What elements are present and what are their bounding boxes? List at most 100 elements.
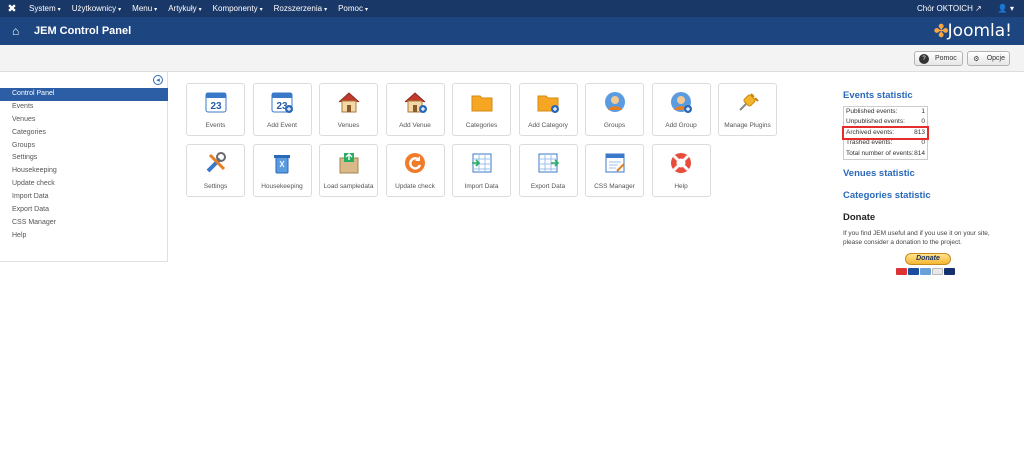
tile-load-sampledata[interactable]: Load sampledata bbox=[319, 144, 378, 197]
table-import-icon bbox=[470, 151, 494, 175]
tile-categories[interactable]: Categories bbox=[452, 83, 511, 136]
site-link[interactable]: Chór OKTOICH ↗ bbox=[917, 4, 982, 13]
stat-value: 0 bbox=[921, 118, 925, 126]
tile-label: Load sampledata bbox=[323, 183, 374, 190]
plug-icon bbox=[736, 90, 760, 114]
chevron-down-icon: ▾ bbox=[57, 7, 61, 13]
options-button[interactable]: ⚙ Opcje bbox=[967, 51, 1010, 66]
top-menu-label: Rozszerzenia bbox=[273, 4, 323, 13]
sidebar-item[interactable]: Control Panel bbox=[0, 88, 168, 101]
venues-statistic-title[interactable]: Venues statistic bbox=[843, 168, 1013, 179]
external-link-icon: ↗ bbox=[975, 4, 982, 13]
tile-add-category[interactable]: Add Category bbox=[518, 83, 578, 136]
sidebar-item[interactable]: Housekeeping bbox=[0, 165, 168, 178]
stat-label: Trashed events: bbox=[846, 139, 893, 147]
user-icon[interactable]: 👤 ▾ bbox=[998, 4, 1014, 13]
stat-value: 814 bbox=[914, 149, 925, 157]
top-menu: System ▾ Użytkownicy ▾ Menu ▾ Artykuły ▾ Kompone… bbox=[24, 4, 374, 13]
top-menu-item[interactable]: Menu ▾ bbox=[127, 4, 163, 13]
stat-label: Archived events: bbox=[846, 128, 895, 136]
sidebar-item[interactable]: Export Data bbox=[0, 204, 168, 217]
tile-label: Export Data bbox=[530, 183, 566, 190]
tile-export-data[interactable]: Export Data bbox=[518, 144, 578, 197]
tile-events[interactable]: 23 Events bbox=[186, 83, 245, 136]
stat-row: Unpublished events: 0 bbox=[844, 117, 927, 127]
sidebar-item[interactable]: Groups bbox=[0, 140, 168, 153]
bank-icon bbox=[944, 267, 955, 275]
css-edit-icon bbox=[603, 151, 627, 175]
top-menu-label: Komponenty bbox=[212, 4, 258, 13]
svg-text:23: 23 bbox=[210, 101, 222, 112]
top-menu-label: Menu bbox=[132, 4, 153, 13]
top-menu-item[interactable]: Użytkownicy ▾ bbox=[67, 4, 127, 13]
tile-help[interactable]: Help bbox=[651, 144, 711, 197]
tile-label: Add Group bbox=[665, 122, 697, 129]
tile-label: Add Category bbox=[528, 122, 568, 129]
statistics-panel: Events statistic Published events: 1 Unpub… bbox=[842, 90, 1013, 275]
discover-icon bbox=[932, 267, 943, 275]
tile-import-data[interactable]: Import Data bbox=[452, 144, 511, 197]
events-statistic-table: Published events: 1 Unpublished events: 0 Ar… bbox=[842, 106, 929, 160]
donate-text: If you find JEM useful and if you use it… bbox=[843, 229, 990, 246]
joomla-logo-icon: ✤ bbox=[933, 20, 949, 41]
tile-label: Add Venue bbox=[399, 122, 431, 129]
tile-manage-plugins[interactable]: Manage Plugins bbox=[718, 83, 777, 136]
categories-statistic-title[interactable]: Categories statistic bbox=[843, 190, 1013, 201]
tools-icon bbox=[204, 151, 228, 175]
tile-groups[interactable]: Groups bbox=[585, 83, 644, 136]
help-button[interactable]: ? Pomoc bbox=[914, 51, 963, 66]
top-menu-item[interactable]: Pomoc ▾ bbox=[333, 4, 374, 13]
tile-add-event[interactable]: 23 Add Event bbox=[252, 83, 312, 136]
top-menu-label: Artykuły bbox=[168, 4, 197, 13]
sidebar-item[interactable]: Settings bbox=[0, 152, 168, 165]
donate-button[interactable]: Donate bbox=[905, 252, 951, 265]
sidebar-item[interactable]: Categories bbox=[0, 127, 168, 140]
visa-icon bbox=[908, 267, 919, 275]
tile-venues[interactable]: Venues bbox=[319, 83, 378, 136]
sidebar-item[interactable]: Import Data bbox=[0, 191, 168, 204]
tile-add-group[interactable]: Add Group bbox=[651, 83, 711, 136]
page-header: ⌂ JEM Control Panel ✤ Joomla! bbox=[0, 17, 1024, 45]
joomla-menu-icon[interactable]: ✖ bbox=[0, 2, 24, 15]
stat-value: 813 bbox=[914, 128, 925, 136]
tile-label: Import Data bbox=[464, 183, 499, 190]
top-menu-label: System bbox=[29, 4, 56, 13]
tile-label: Settings bbox=[203, 183, 228, 190]
tile-label: Events bbox=[205, 122, 226, 129]
tile-label: Add Event bbox=[267, 122, 297, 129]
stat-row: Total number of events: 814 bbox=[844, 149, 927, 159]
tile-add-venue[interactable]: Add Venue bbox=[385, 83, 445, 136]
sidebar: ◂ Control Panel Events Venues Categories Gro… bbox=[0, 72, 168, 262]
sidebar-item[interactable]: Update check bbox=[0, 178, 168, 191]
calendar-add-icon: 23 bbox=[270, 90, 294, 114]
sidebar-item[interactable]: Events bbox=[0, 101, 168, 114]
stat-row: Published events: 1 bbox=[844, 107, 927, 117]
folder-add-icon bbox=[536, 90, 560, 114]
top-menu-item[interactable]: Rozszerzenia ▾ bbox=[269, 4, 333, 13]
tile-housekeeping[interactable]: Housekeeping bbox=[252, 144, 312, 197]
sidebar-item[interactable]: Help bbox=[0, 230, 168, 243]
tile-settings[interactable]: Settings bbox=[186, 144, 245, 197]
tile-label: Venues bbox=[337, 122, 360, 129]
top-right-area: Chór OKTOICH ↗ 👤 ▾ bbox=[917, 4, 1024, 13]
tile-update-check[interactable]: Update check bbox=[385, 144, 445, 197]
donate-title: Donate bbox=[843, 211, 876, 223]
box-icon bbox=[337, 151, 361, 175]
top-menu-item[interactable]: System ▾ bbox=[24, 4, 67, 13]
events-statistic-title[interactable]: Events statistic bbox=[843, 90, 1013, 101]
table-export-icon bbox=[536, 151, 560, 175]
stat-label: Unpublished events: bbox=[846, 118, 905, 126]
tile-label: Groups bbox=[603, 122, 626, 129]
help-button-label: Pomoc bbox=[935, 55, 957, 62]
stat-row: Trashed events: 0 bbox=[844, 138, 927, 148]
sidebar-item[interactable]: CSS Manager bbox=[0, 217, 168, 230]
amex-icon bbox=[920, 267, 931, 275]
sidebar-item[interactable]: Venues bbox=[0, 114, 168, 127]
sidebar-toggle-icon[interactable]: ◂ bbox=[153, 75, 163, 85]
page-title: JEM Control Panel bbox=[34, 25, 132, 37]
tile-label: Housekeeping bbox=[261, 183, 303, 190]
top-menu-item[interactable]: Artykuły ▾ bbox=[163, 4, 207, 13]
top-menu-item[interactable]: Komponenty ▾ bbox=[208, 4, 269, 13]
chevron-down-icon: ▾ bbox=[259, 7, 263, 13]
tile-css-manager[interactable]: CSS Manager bbox=[585, 144, 644, 197]
